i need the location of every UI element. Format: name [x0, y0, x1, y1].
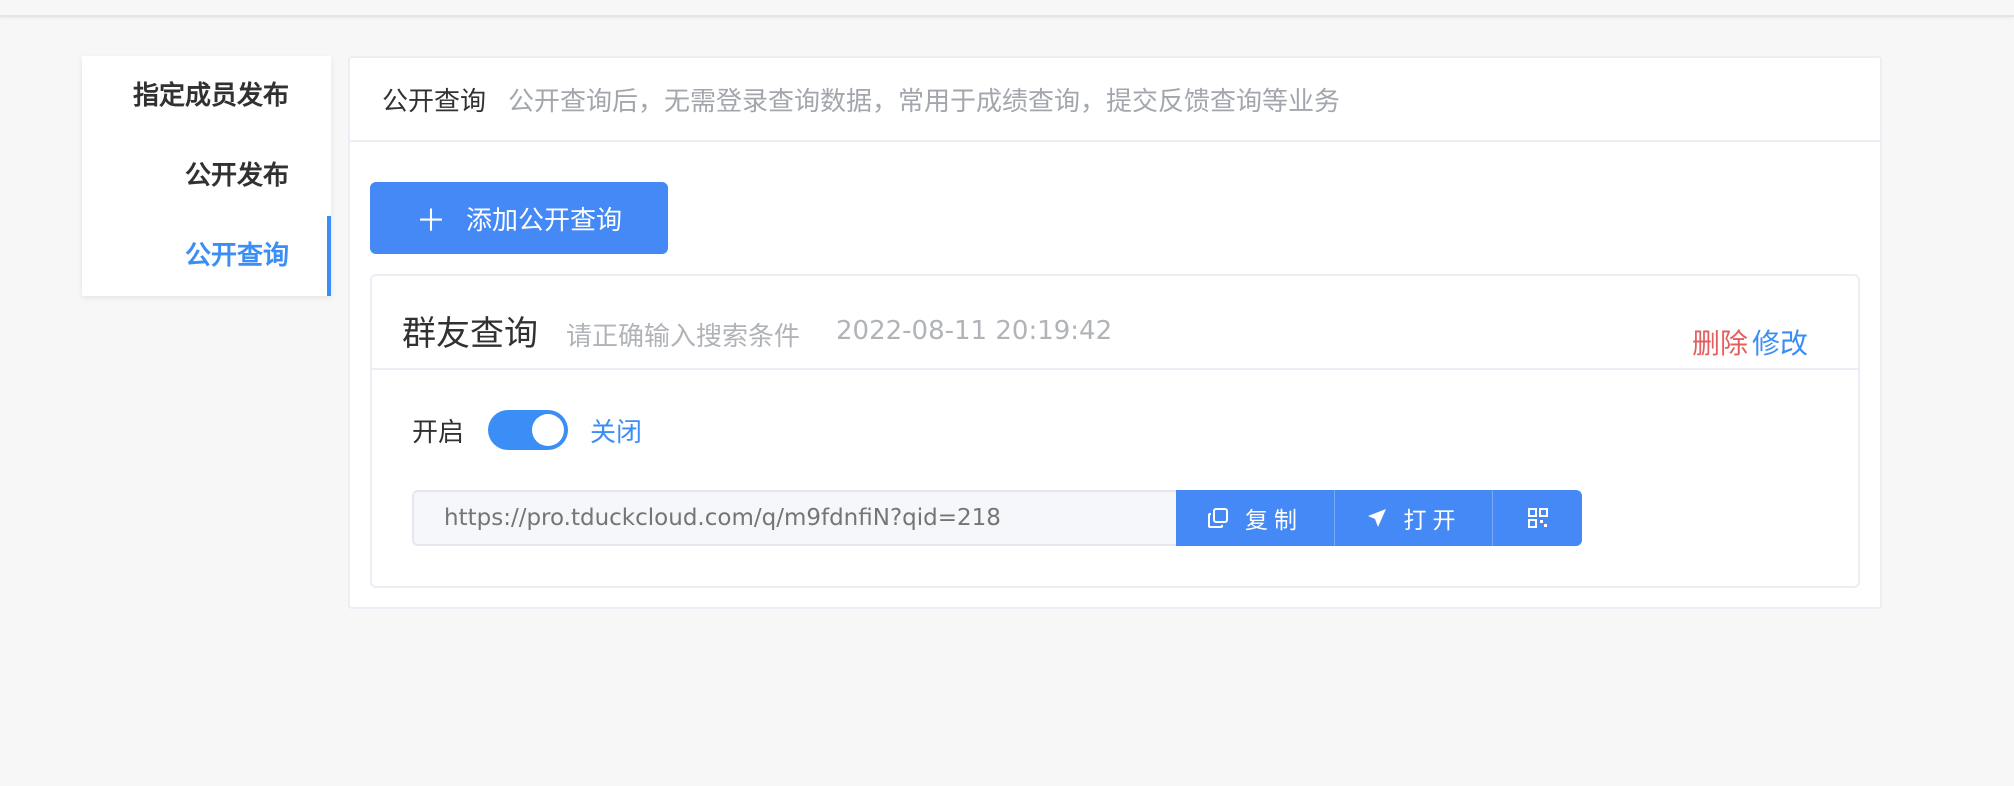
toggle-knob [532, 414, 565, 446]
tab-member-publish[interactable]: 指定成员发布 [82, 56, 331, 136]
switch-label: 开启 [412, 417, 465, 448]
tab-public-publish[interactable]: 公开发布 [82, 136, 331, 216]
card-description: 公开查询后，无需登录查询数据，常用于成绩查询，提交反馈查询等业务 [508, 86, 1341, 117]
copy-icon [1208, 508, 1228, 528]
switch-state-label: 关闭 [590, 417, 643, 448]
share-url-input[interactable] [412, 490, 1176, 546]
public-query-card: 公开查询 公开查询后，无需登录查询数据，常用于成绩查询，提交反馈查询等业务 ＋ … [348, 56, 1882, 609]
copy-label: 复制 [1245, 508, 1303, 534]
send-icon [1367, 509, 1386, 527]
enable-toggle[interactable] [488, 410, 569, 450]
share-url-row: 复制 打开 [412, 490, 1582, 546]
query-item-hint: 请正确输入搜索条件 [566, 322, 801, 352]
card-title: 公开查询 [382, 86, 487, 117]
add-public-query-button[interactable]: ＋ 添加公开查询 [370, 182, 668, 254]
query-item-timestamp: 2022-08-11 20:19:42 [836, 316, 1113, 346]
delete-link[interactable]: 删除 [1692, 327, 1748, 360]
qrcode-icon [1527, 508, 1548, 528]
copy-button[interactable]: 复制 [1176, 490, 1334, 546]
open-button[interactable]: 打开 [1334, 490, 1492, 546]
edit-link[interactable]: 修改 [1752, 327, 1808, 360]
top-bar [0, 0, 2014, 17]
add-button-label: 添加公开查询 [465, 205, 622, 236]
tab-public-query[interactable]: 公开查询 [82, 216, 331, 296]
query-item-header: 群友查询 请正确输入搜索条件 2022-08-11 20:19:42 删除 修改 [372, 276, 1858, 370]
plus-icon: ＋ [415, 204, 446, 239]
card-header: 公开查询 公开查询后，无需登录查询数据，常用于成绩查询，提交反馈查询等业务 [350, 58, 1880, 142]
enable-switch-row: 开启 关闭 [412, 410, 642, 450]
query-item-actions: 删除 修改 [1692, 322, 1808, 362]
side-tabs: 指定成员发布 公开发布 公开查询 [82, 56, 331, 296]
query-item-name: 群友查询 [402, 314, 538, 354]
query-item-card: 群友查询 请正确输入搜索条件 2022-08-11 20:19:42 删除 修改 … [370, 274, 1860, 588]
qrcode-button[interactable] [1492, 490, 1582, 546]
open-label: 打开 [1403, 508, 1462, 534]
